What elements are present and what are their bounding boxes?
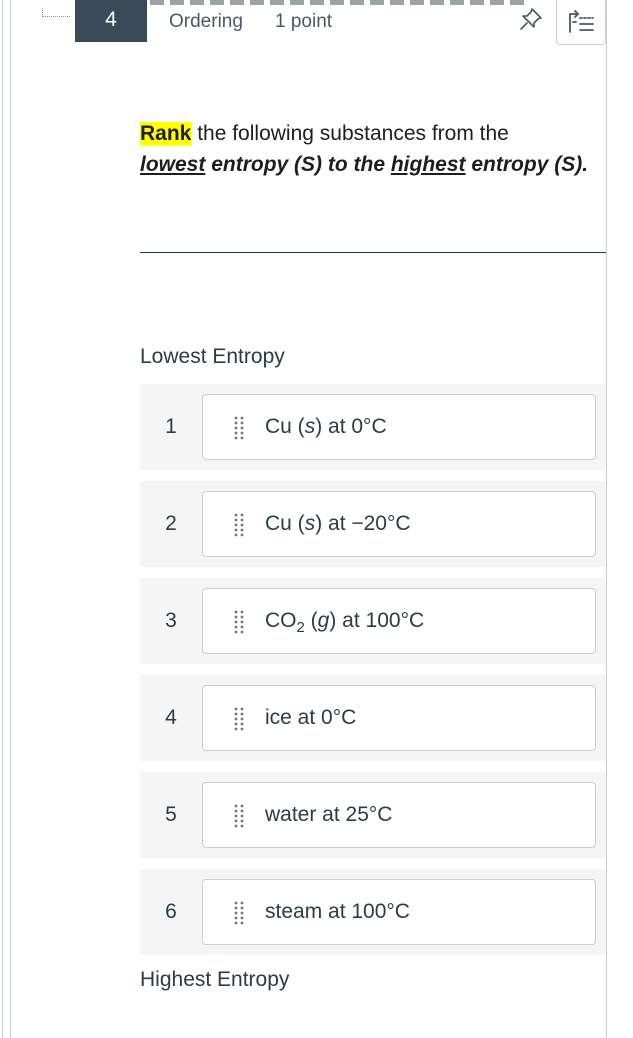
prompt-mid: entropy (S) to the [205, 153, 391, 176]
rank-item-card[interactable]: Cu (s) at 0°C [202, 394, 596, 460]
question-list-icon [569, 10, 594, 33]
rank-item-label: water at 25°C [265, 803, 393, 826]
rank-item-label: Cu (s) at −20°C [265, 512, 411, 535]
clipped-previous-text [150, 0, 530, 5]
drag-handle-icon[interactable] [231, 900, 247, 926]
question-points: 1 point [275, 11, 333, 32]
rank-item-label: steam at 100°C [265, 900, 410, 923]
rank-item-label: CO2 (g) at 100°C [265, 609, 425, 636]
rank-number: 1 [165, 415, 177, 438]
pin-icon [520, 8, 542, 30]
rank-number: 4 [165, 706, 177, 729]
drag-handle-icon[interactable] [231, 706, 247, 732]
drag-handle-icon[interactable] [231, 415, 247, 441]
rank-row: 3 CO2 (g) at 100°C [140, 578, 606, 664]
rank-row: 1 Cu (s) at 0°C [140, 384, 606, 470]
rank-item-card[interactable]: ice at 0°C [202, 685, 596, 751]
prompt-text: the following substances from the [191, 122, 509, 145]
rank-number: 3 [165, 609, 177, 632]
rank-row: 2 Cu (s) at −20°C [140, 481, 606, 567]
rank-item-card[interactable]: CO2 (g) at 100°C [202, 588, 596, 654]
question-prompt: Rank the following substances from the l… [140, 118, 600, 180]
prompt-divider [140, 252, 606, 253]
focus-marker-line [42, 16, 70, 17]
rank-row: 4 ice at 0°C [140, 675, 606, 761]
prompt-lowest: lowest [140, 153, 206, 176]
left-rule [0, 0, 3, 1038]
drag-handle-icon[interactable] [231, 609, 247, 635]
rank-item-label: ice at 0°C [265, 706, 357, 729]
highest-entropy-label: Highest Entropy [140, 968, 290, 991]
rank-item-card[interactable]: Cu (s) at −20°C [202, 491, 596, 557]
prompt-highlight: Rank [140, 122, 192, 145]
rank-item-card[interactable]: steam at 100°C [202, 879, 596, 945]
rank-item-card[interactable]: water at 25°C [202, 782, 596, 848]
rank-number: 2 [165, 512, 177, 535]
question-number-badge: 4 [75, 0, 147, 42]
lowest-entropy-label: Lowest Entropy [140, 345, 285, 368]
prompt-highest: highest [390, 153, 466, 176]
rank-row: 6 steam at 100°C [140, 869, 606, 955]
rank-row: 5 water at 25°C [140, 772, 606, 858]
rank-item-label: Cu (s) at 0°C [265, 415, 387, 438]
rank-number: 5 [165, 803, 177, 826]
question-list-button[interactable] [556, 0, 606, 45]
question-type: Ordering [169, 11, 243, 32]
drag-handle-icon[interactable] [231, 512, 247, 538]
rank-number: 6 [165, 900, 177, 923]
prompt-tail: entropy (S). [465, 153, 589, 176]
pin-button[interactable] [516, 4, 546, 34]
drag-handle-icon[interactable] [231, 803, 247, 829]
